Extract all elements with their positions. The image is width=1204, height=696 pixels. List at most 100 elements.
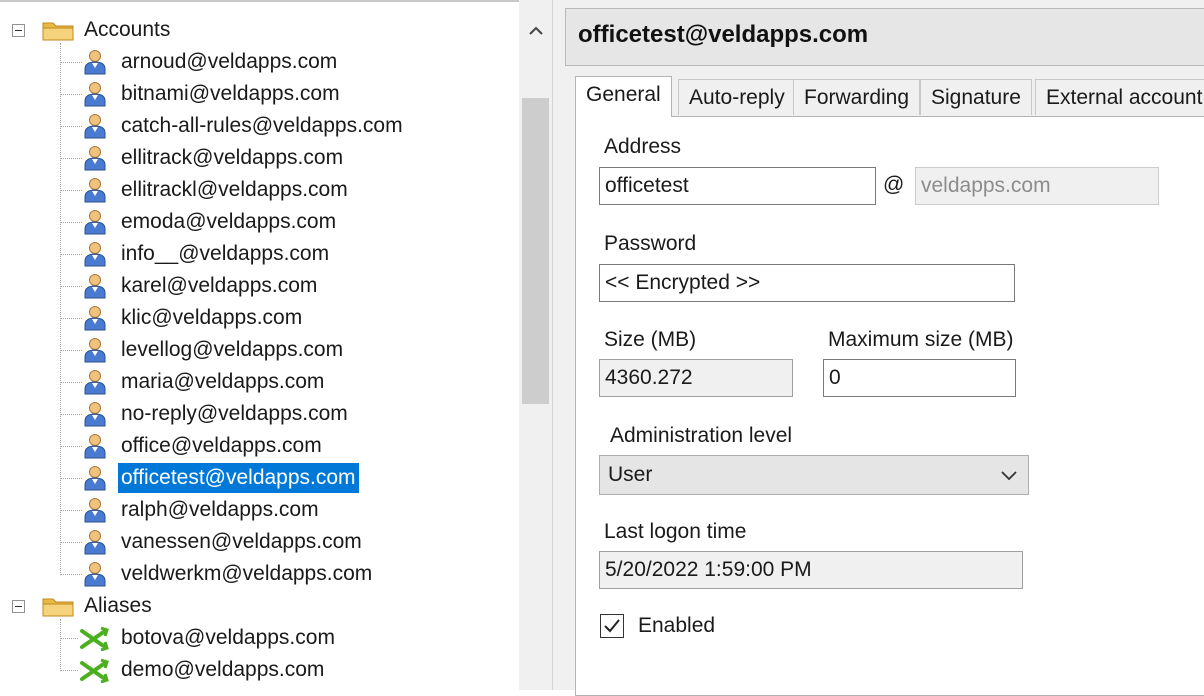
account-item[interactable]: klic@veldapps.com [118,303,305,333]
scroll-thumb[interactable] [522,98,549,404]
account-detail-pane: officetest@veldapps.com General Auto-rep… [565,0,1204,696]
chevron-up-icon [528,26,543,35]
tree-branch-line [60,62,82,63]
account-item[interactable]: ralph@veldapps.com [118,495,322,525]
user-account-icon [83,433,107,459]
tree-scrollbar[interactable] [519,0,552,690]
tree-branch-line [60,222,82,223]
account-item[interactable]: ellitrack@veldapps.com [118,143,346,173]
checkmark-icon [604,619,620,633]
user-account-icon [83,305,107,331]
tab-signature[interactable]: Signature [920,79,1032,115]
user-account-icon [83,177,107,203]
account-item[interactable]: veldwerkm@veldapps.com [118,559,375,589]
scroll-up-button[interactable] [519,10,552,50]
tree-branch-line [60,446,82,447]
user-account-icon [83,209,107,235]
size-field: 4360.272 [599,359,793,397]
tab-strip: General Auto-reply Forwarding Signature … [575,76,1204,117]
account-item[interactable]: no-reply@veldapps.com [118,399,351,429]
alias-icon [79,657,109,684]
address-label: Address [604,135,682,158]
user-account-icon [83,241,107,267]
general-tab-panel: Address officetest @ veldapps.com Passwo… [575,116,1204,696]
tree-branch-line [60,190,82,191]
tree-view[interactable]: Accounts arnoud@veldapps.com bitnami@velda… [0,0,556,690]
tree-branch-line [60,414,82,415]
folder-icon [42,595,74,617]
pane-splitter[interactable] [552,0,565,690]
tree-branch-line [60,94,82,95]
account-item[interactable]: bitnami@veldapps.com [118,79,343,109]
accounts-tree-line [60,43,61,573]
user-account-icon [83,401,107,427]
account-item[interactable]: emoda@veldapps.com [118,207,339,237]
tree-branch-line [60,158,82,159]
chevron-down-icon [1001,471,1017,481]
tree-branch-line [60,318,82,319]
tab-general[interactable]: General [575,76,672,117]
accounts-collapse-toggle[interactable] [12,24,25,37]
tab-forwarding[interactable]: Forwarding [793,79,921,115]
account-item[interactable]: office@veldapps.com [118,431,325,461]
account-item[interactable]: arnoud@veldapps.com [118,47,340,77]
tree-branch-line [60,286,82,287]
max-size-input[interactable]: 0 [823,359,1016,397]
user-account-icon [83,465,107,491]
user-account-icon [83,529,107,555]
tree-branch-line [60,638,78,639]
enabled-label: Enabled [638,614,716,637]
account-item[interactable]: info__@veldapps.com [118,239,332,269]
max-size-label: Maximum size (MB) [828,328,1014,351]
aliases-tree-line [60,619,61,669]
user-account-icon [83,273,107,299]
alias-item[interactable]: demo@veldapps.com [118,655,327,685]
tree-branch-line [60,382,82,383]
password-label: Password [604,232,697,255]
account-item[interactable]: karel@veldapps.com [118,271,320,301]
last-logon-field: 5/20/2022 1:59:00 PM [599,551,1023,589]
account-item[interactable]: vanessen@veldapps.com [118,527,365,557]
alias-icon [79,625,109,652]
account-item[interactable]: catch-all-rules@veldapps.com [118,111,406,141]
tree-branch-line [60,126,82,127]
tree-branch-line [60,670,78,671]
tree-node-accounts[interactable]: Accounts [81,15,173,45]
admin-level-value: User [608,463,653,486]
tab-external-account[interactable]: External account [1035,79,1204,115]
account-item[interactable]: ellitrackl@veldapps.com [118,175,351,205]
tree-branch-line [60,350,82,351]
tree-branch-line [60,478,82,479]
size-label: Size (MB) [604,328,697,351]
page-title: officetest@veldapps.com [578,21,869,48]
admin-level-select[interactable]: User [599,455,1029,495]
user-account-icon [83,497,107,523]
user-account-icon [83,113,107,139]
tree-branch-line [60,254,82,255]
enabled-checkbox[interactable] [600,614,624,638]
address-domain-input: veldapps.com [915,167,1159,205]
tree-branch-line [60,542,82,543]
folder-icon [42,19,74,41]
user-account-icon [83,337,107,363]
last-logon-label: Last logon time [604,520,747,543]
user-account-icon [83,145,107,171]
account-item[interactable]: levellog@veldapps.com [118,335,346,365]
detail-header: officetest@veldapps.com [565,8,1204,66]
user-account-icon [83,369,107,395]
account-item[interactable]: maria@veldapps.com [118,367,327,397]
alias-item[interactable]: botova@veldapps.com [118,623,338,653]
admin-level-label: Administration level [610,424,793,447]
password-input[interactable]: << Encrypted >> [599,264,1015,302]
user-account-icon [83,561,107,587]
tab-auto-reply[interactable]: Auto-reply [678,79,796,115]
account-item[interactable]: officetest@veldapps.com [118,463,359,493]
aliases-collapse-toggle[interactable] [12,600,25,613]
user-account-icon [83,49,107,75]
tree-branch-line [60,574,82,575]
at-sign-label: @ [883,173,905,196]
user-account-icon [83,81,107,107]
tree-branch-line [60,510,82,511]
address-local-input[interactable]: officetest [599,167,876,205]
tree-node-aliases[interactable]: Aliases [81,591,155,621]
